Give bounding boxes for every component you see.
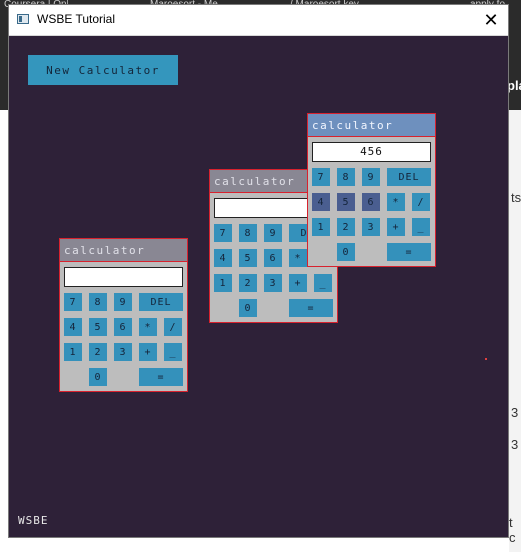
key-equals[interactable]: =	[289, 299, 333, 317]
background-text: pla	[507, 78, 521, 93]
calculator-display	[64, 267, 183, 287]
key-equals[interactable]: =	[387, 243, 431, 261]
key-3[interactable]: 3	[114, 343, 132, 361]
key-8[interactable]: 8	[89, 293, 107, 311]
key-1[interactable]: 1	[214, 274, 232, 292]
key-5[interactable]: 5	[89, 318, 107, 336]
key-1[interactable]: 1	[64, 343, 82, 361]
background-text: 3	[511, 405, 519, 420]
key-2[interactable]: 2	[89, 343, 107, 361]
key-3[interactable]: 3	[264, 274, 282, 292]
key-plus[interactable]: +	[139, 343, 157, 361]
key-del[interactable]: DEL	[387, 168, 431, 186]
key-9[interactable]: 9	[264, 224, 282, 242]
calculator-title-bar[interactable]: calculator	[308, 114, 435, 137]
background-panel	[509, 110, 521, 552]
key-6[interactable]: 6	[362, 193, 380, 211]
key-7[interactable]: 7	[312, 168, 330, 186]
key-4[interactable]: 4	[64, 318, 82, 336]
key-6[interactable]: 6	[114, 318, 132, 336]
footer-label: WSBE	[18, 514, 49, 527]
calculator-widget: calculator 7 8 9 DEL 4 5 6 * / 1 2 3 + _…	[59, 238, 188, 392]
background-text: 3	[511, 437, 519, 452]
key-multiply[interactable]: *	[139, 318, 157, 336]
key-8[interactable]: 8	[337, 168, 355, 186]
key-del[interactable]: DEL	[139, 293, 183, 311]
title-bar: WSBE Tutorial ✕	[9, 5, 508, 36]
key-divide[interactable]: /	[164, 318, 182, 336]
calculator-display: 456	[312, 142, 431, 162]
close-button[interactable]: ✕	[474, 5, 508, 35]
key-5[interactable]: 5	[239, 249, 257, 267]
background-text: t c	[509, 515, 516, 545]
calculator-widget-active: calculator 456 7 8 9 DEL 4 5 6 * / 1 2 3…	[307, 113, 436, 267]
key-minus[interactable]: _	[412, 218, 430, 236]
key-multiply[interactable]: *	[387, 193, 405, 211]
app-window: WSBE Tutorial ✕ New Calculator calculato…	[8, 4, 509, 538]
key-2[interactable]: 2	[239, 274, 257, 292]
cursor-dot	[485, 358, 487, 360]
key-multiply[interactable]: *	[289, 249, 307, 267]
key-6[interactable]: 6	[264, 249, 282, 267]
key-2[interactable]: 2	[337, 218, 355, 236]
background-text: ts	[511, 190, 521, 205]
key-3[interactable]: 3	[362, 218, 380, 236]
window-title: WSBE Tutorial	[37, 12, 116, 26]
key-0[interactable]: 0	[89, 368, 107, 386]
new-calculator-button[interactable]: New Calculator	[28, 55, 178, 85]
key-9[interactable]: 9	[362, 168, 380, 186]
key-plus[interactable]: +	[289, 274, 307, 292]
key-4[interactable]: 4	[312, 193, 330, 211]
app-window-icon	[17, 14, 29, 24]
key-8[interactable]: 8	[239, 224, 257, 242]
key-0[interactable]: 0	[337, 243, 355, 261]
key-divide[interactable]: /	[412, 193, 430, 211]
calculator-title-bar[interactable]: calculator	[60, 239, 187, 262]
key-9[interactable]: 9	[114, 293, 132, 311]
key-plus[interactable]: +	[387, 218, 405, 236]
key-minus[interactable]: _	[164, 343, 182, 361]
key-4[interactable]: 4	[214, 249, 232, 267]
key-equals[interactable]: =	[139, 368, 183, 386]
key-5[interactable]: 5	[337, 193, 355, 211]
key-minus[interactable]: _	[314, 274, 332, 292]
key-1[interactable]: 1	[312, 218, 330, 236]
key-0[interactable]: 0	[239, 299, 257, 317]
key-7[interactable]: 7	[214, 224, 232, 242]
key-7[interactable]: 7	[64, 293, 82, 311]
